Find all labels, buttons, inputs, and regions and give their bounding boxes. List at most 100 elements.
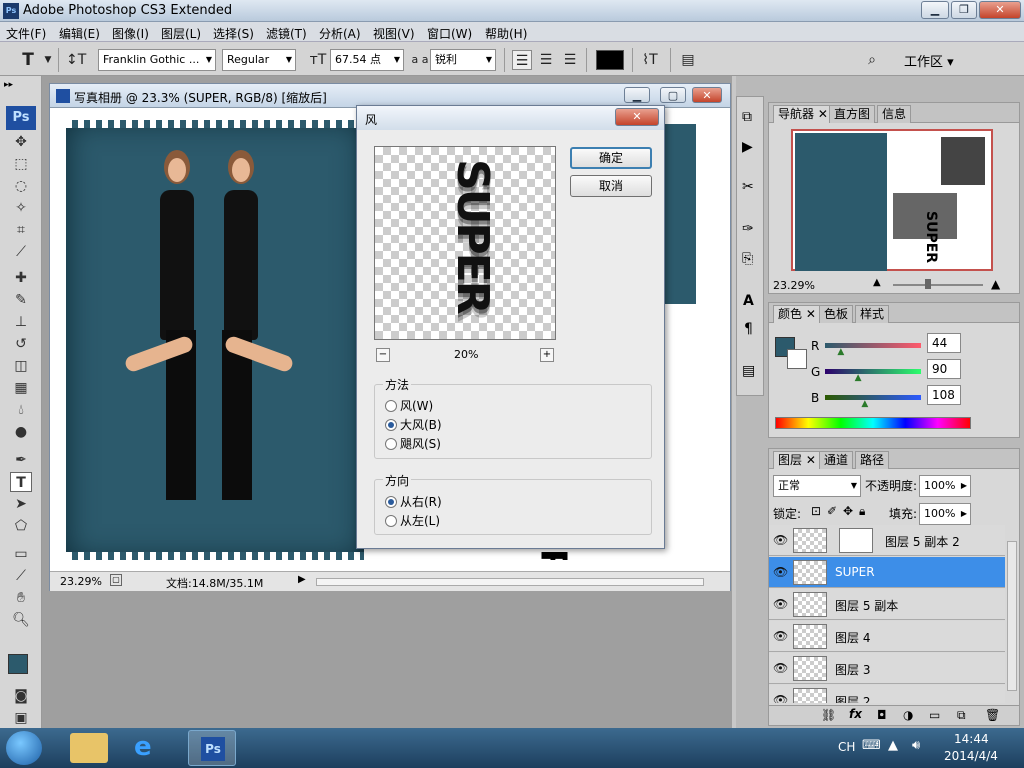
navigator-zoom-slider[interactable]	[893, 284, 983, 286]
type-tool-icon[interactable]: T	[10, 472, 32, 492]
photoshop-taskbar-button[interactable]: Ps	[188, 730, 236, 766]
visibility-eye-icon[interactable]: 👁︎	[773, 533, 788, 547]
bridge-icon[interactable]: ⌕	[862, 50, 882, 70]
tool-presets-icon[interactable]: ✂	[742, 179, 754, 195]
navigator-zoom-in-icon[interactable]: ▲	[991, 277, 1000, 291]
tray-expand-icon[interactable]: ▲	[888, 738, 898, 753]
horizontal-scrollbar[interactable]	[316, 578, 704, 586]
menu-help[interactable]: 帮助(H)	[485, 25, 527, 42]
align-right-icon[interactable]: ☰	[560, 50, 580, 70]
keyboard-icon[interactable]: ⌨	[862, 738, 881, 753]
doc-minimize-button[interactable]: ▁	[624, 87, 650, 103]
workspace-menu[interactable]: 工作区 ▾	[904, 51, 954, 70]
layer-style-icon[interactable]: fx	[849, 707, 862, 721]
navigator-zoom[interactable]: 23.29%	[773, 279, 815, 292]
hand-tool-icon[interactable]: ✋︎	[10, 588, 32, 608]
minimize-button[interactable]: ▁	[921, 1, 949, 19]
layer-row[interactable]: 👁︎ 图层 5 副本 2	[769, 525, 1005, 556]
quick-mask-icon[interactable]: ◙	[10, 686, 32, 706]
menu-window[interactable]: 窗口(W)	[427, 25, 472, 42]
tab-styles[interactable]: 样式	[855, 305, 890, 323]
adjustment-layer-icon[interactable]: ◑	[903, 708, 913, 722]
layers-scrollbar[interactable]	[1007, 541, 1017, 691]
lock-all-icon[interactable]: 🔒︎	[859, 504, 865, 519]
link-layers-icon[interactable]: ⛓	[821, 708, 836, 722]
clone-stamp-icon[interactable]: ⊥	[10, 312, 32, 332]
toolbox-collapse-icon[interactable]: ▸▸	[4, 80, 13, 90]
history-icon[interactable]: ⧉	[742, 109, 752, 125]
shape-tool-icon[interactable]: ⬠	[10, 516, 32, 536]
zoom-in-button[interactable]: +	[540, 348, 554, 362]
layer-row[interactable]: 👁︎ 图层 5 副本	[769, 589, 1005, 620]
layer-mask-thumb[interactable]	[839, 528, 873, 553]
notes-tool-icon[interactable]: ▭	[10, 544, 32, 564]
explorer-taskbar-icon[interactable]	[70, 733, 108, 763]
eyedropper-tool-icon[interactable]: ⟋	[10, 566, 32, 586]
status-arrow-icon[interactable]: ▶	[298, 574, 306, 585]
blur-tool-icon[interactable]: 💧︎	[10, 400, 32, 420]
ie-taskbar-icon[interactable]: e	[134, 732, 152, 762]
tab-histogram[interactable]: 直方图	[829, 105, 876, 123]
tab-channels[interactable]: 通道	[819, 451, 854, 469]
dodge-tool-icon[interactable]: ●	[10, 422, 32, 442]
doc-maximize-button[interactable]: ▢	[660, 87, 686, 103]
gradient-tool-icon[interactable]: ▦	[10, 378, 32, 398]
align-left-icon[interactable]: ☰	[512, 50, 532, 70]
foreground-color-swatch[interactable]	[8, 654, 28, 674]
color-bg-swatch[interactable]	[787, 349, 807, 369]
font-family-select[interactable]: Franklin Gothic ... ▼	[98, 49, 216, 71]
preset-dropdown-icon[interactable]: ▼	[38, 50, 58, 70]
menu-select[interactable]: 选择(S)	[213, 25, 254, 42]
delete-layer-icon[interactable]: 🗑︎	[985, 708, 1000, 722]
visibility-eye-icon[interactable]: 👁︎	[773, 693, 788, 703]
visibility-eye-icon[interactable]: 👁︎	[773, 661, 788, 675]
zoom-out-button[interactable]: −	[376, 348, 390, 362]
tab-info[interactable]: 信息	[877, 105, 912, 123]
menu-view[interactable]: 视图(V)	[373, 25, 415, 42]
zoom-level[interactable]: 23.29%	[60, 575, 102, 588]
eraser-tool-icon[interactable]: ◫	[10, 356, 32, 376]
brush-tool-icon[interactable]: ✎	[10, 290, 32, 310]
b-slider[interactable]: ▲	[825, 395, 921, 409]
history-brush-icon[interactable]: ↺	[10, 334, 32, 354]
method-stagger-radio[interactable]: 飓风(S)	[385, 435, 441, 452]
g-value-input[interactable]: 90	[927, 359, 961, 379]
healing-brush-icon[interactable]: ✚	[10, 268, 32, 288]
antialias-select[interactable]: 锐利 ▼	[430, 49, 496, 71]
filter-preview[interactable]: SUPER	[374, 146, 556, 340]
move-tool-icon[interactable]: ✥	[10, 132, 32, 152]
lock-position-icon[interactable]: ✥	[843, 504, 853, 518]
close-button[interactable]: ✕	[979, 1, 1021, 19]
text-orientation-icon[interactable]: ↕T	[66, 50, 86, 70]
menu-filter[interactable]: 滤镜(T)	[266, 25, 307, 42]
layer-row[interactable]: 👁︎ 图层 4	[769, 621, 1005, 652]
new-layer-icon[interactable]: ⧉	[957, 708, 966, 723]
tab-swatches[interactable]: 色板	[819, 305, 854, 323]
clone-source-icon[interactable]: ⎘	[742, 251, 753, 267]
layer-row[interactable]: 👁︎ 图层 3	[769, 653, 1005, 684]
blend-mode-select[interactable]: 正常 ▼	[773, 475, 861, 497]
brushes-icon[interactable]: ✑	[742, 221, 754, 237]
crop-tool-icon[interactable]: ⌗	[10, 220, 32, 240]
clock-time[interactable]: 14:44	[954, 732, 989, 746]
volume-icon[interactable]: 🔊︎	[912, 738, 920, 753]
text-color-swatch[interactable]	[596, 50, 624, 70]
language-indicator[interactable]: CH	[838, 740, 855, 754]
text-tool-preset-icon[interactable]: T	[18, 50, 38, 70]
status-menu-icon[interactable]: ▢	[110, 574, 122, 586]
slice-tool-icon[interactable]: ⟋	[10, 242, 32, 262]
r-value-input[interactable]: 44	[927, 333, 961, 353]
lasso-tool-icon[interactable]: ◌	[10, 176, 32, 196]
tab-color[interactable]: 颜色 ✕	[773, 305, 821, 323]
pen-tool-icon[interactable]: ✒	[10, 450, 32, 470]
actions-icon[interactable]: ▶	[742, 139, 753, 155]
navigator-zoom-out-icon[interactable]: ▲	[873, 277, 881, 288]
character-icon[interactable]: A	[743, 293, 754, 309]
cancel-button[interactable]: 取消	[570, 175, 652, 197]
dialog-close-button[interactable]: ✕	[615, 108, 659, 126]
character-panel-icon[interactable]: ▤	[678, 50, 698, 70]
menu-file[interactable]: 文件(F)	[6, 25, 46, 42]
opacity-input[interactable]: 100% ▶	[919, 475, 971, 497]
tab-navigator[interactable]: 导航器 ✕	[773, 105, 833, 123]
direction-right-radio[interactable]: 从右(R)	[385, 493, 442, 510]
